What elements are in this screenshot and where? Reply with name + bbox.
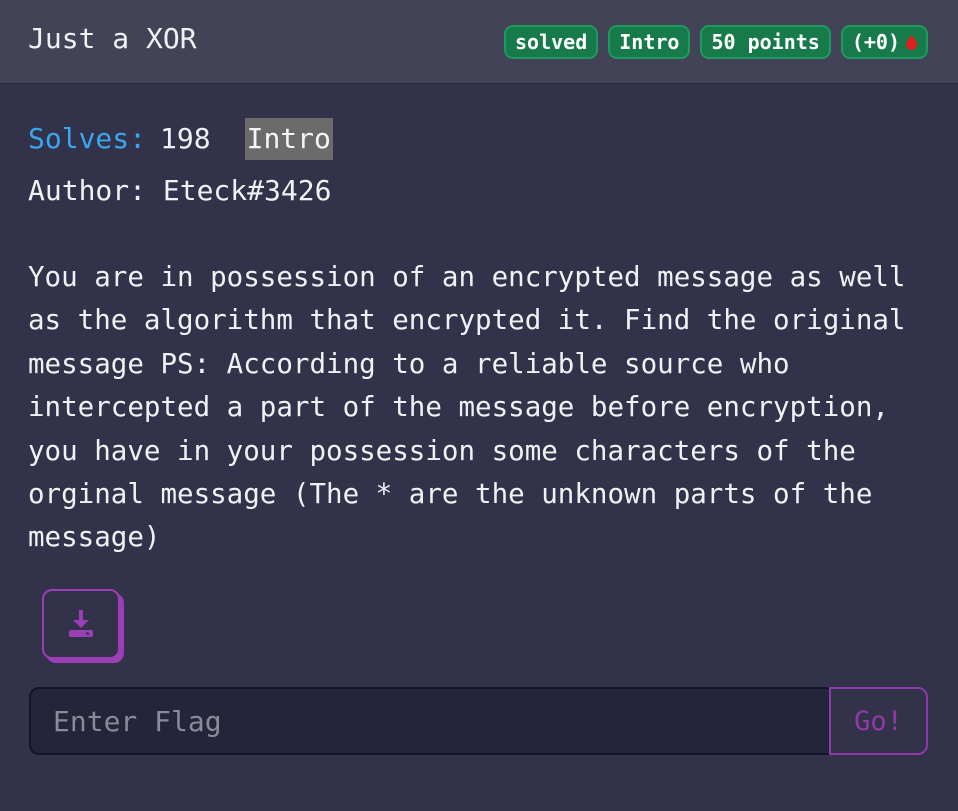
- blood-drop-icon: [906, 34, 917, 50]
- author-line: Author: Eteck#3426: [28, 174, 332, 207]
- solves-row: Solves: 198 Intro: [28, 118, 928, 160]
- challenge-body: Solves: 198 Intro Author: Eteck#3426 You…: [28, 118, 928, 560]
- first-blood-bonus: (+0): [851, 30, 900, 54]
- challenge-tag: Intro: [244, 118, 333, 160]
- submit-flag-button[interactable]: Go!: [829, 687, 928, 755]
- flag-input[interactable]: [29, 687, 829, 755]
- flag-submit-form: Go!: [29, 687, 928, 755]
- download-file-button[interactable]: [42, 589, 120, 659]
- solved-badge: solved: [503, 25, 599, 59]
- solves-count: 198: [160, 122, 211, 155]
- first-blood-badge: (+0): [840, 25, 928, 59]
- category-badge: Intro: [608, 25, 691, 59]
- badge-group: solved Intro 50 points (+0): [503, 25, 928, 59]
- challenge-header: Just a XOR solved Intro 50 points (+0): [0, 0, 958, 84]
- points-badge: 50 points: [700, 25, 831, 59]
- solves-label: Solves:: [28, 122, 147, 155]
- challenge-title: Just a XOR: [28, 22, 197, 55]
- download-icon: [69, 610, 93, 637]
- challenge-description: You are in possession of an encrypted me…: [28, 261, 906, 554]
- download-button-wrap: [42, 589, 124, 663]
